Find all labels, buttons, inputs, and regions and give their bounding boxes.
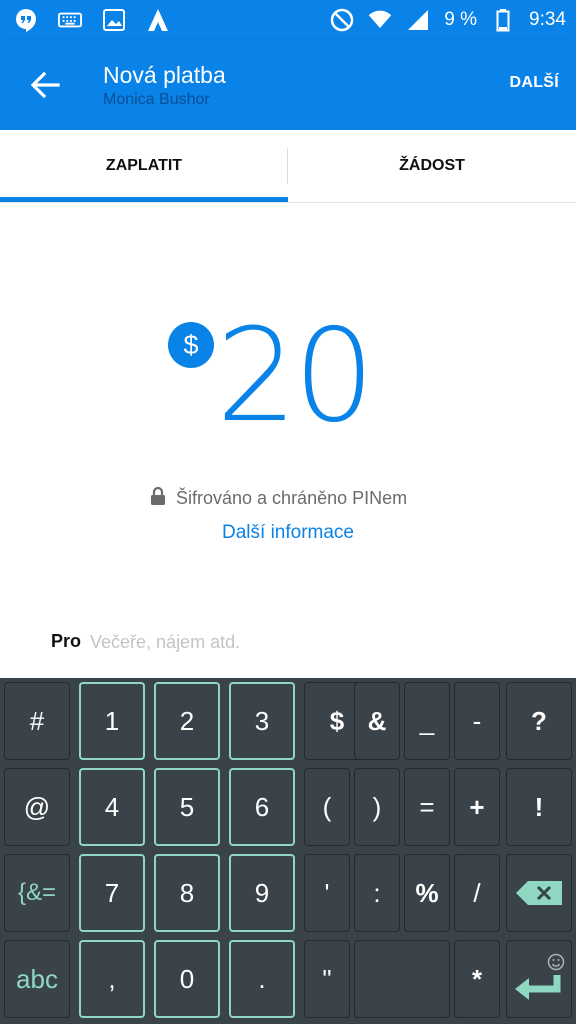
amount-display: 20 — [216, 302, 375, 451]
key-hash[interactable]: # — [4, 682, 70, 760]
key-9[interactable]: 9 — [229, 854, 295, 932]
wifi-icon — [368, 8, 392, 32]
more-info-link[interactable]: Další informace — [0, 522, 576, 544]
signal-icon — [406, 8, 430, 32]
key-period[interactable]: . — [229, 940, 295, 1018]
key-quote[interactable]: " — [304, 940, 350, 1018]
emoji-icon — [547, 947, 565, 978]
enter-key[interactable] — [506, 940, 572, 1018]
security-notice: Šifrováno a chráněno PINem — [150, 486, 407, 511]
battery-percent: 9 % — [444, 9, 478, 30]
key-abc-switch[interactable]: abc — [4, 940, 70, 1018]
key-close-paren[interactable]: ) — [354, 768, 400, 846]
key-apostrophe[interactable]: ' — [304, 854, 350, 932]
back-arrow-icon[interactable] — [28, 68, 62, 102]
key-8[interactable]: 8 — [154, 854, 220, 932]
note-input[interactable] — [88, 628, 492, 656]
key-equals[interactable]: = — [404, 768, 450, 846]
active-tab-indicator — [0, 197, 288, 202]
key-question[interactable]: ? — [506, 682, 572, 760]
app-logo-icon — [146, 8, 170, 32]
keyboard: # 1 2 3 $ & _ - ? @ 4 5 6 ( ) = + ! {&= … — [0, 678, 576, 1024]
key-colon[interactable]: : — [354, 854, 400, 932]
backspace-key[interactable] — [506, 854, 572, 932]
tab-request[interactable]: ŽÁDOST — [288, 130, 576, 202]
key-at[interactable]: @ — [4, 768, 70, 846]
key-1[interactable]: 1 — [79, 682, 145, 760]
keyboard-icon — [58, 8, 82, 32]
battery-icon — [491, 8, 515, 32]
tab-bar: ZAPLATIT ŽÁDOST — [0, 130, 576, 203]
key-5[interactable]: 5 — [154, 768, 220, 846]
key-comma[interactable]: , — [79, 940, 145, 1018]
note-label: Pro — [51, 631, 82, 651]
key-ampersand[interactable]: & — [354, 682, 400, 760]
key-symbols-switch[interactable]: {&= — [4, 854, 70, 932]
key-underscore[interactable]: _ — [404, 682, 450, 760]
key-6[interactable]: 6 — [229, 768, 295, 846]
next-button[interactable]: DALŠÍ — [510, 74, 560, 92]
key-exclamation[interactable]: ! — [506, 768, 572, 846]
key-open-paren[interactable]: ( — [304, 768, 350, 846]
key-minus[interactable]: - — [454, 682, 500, 760]
key-slash[interactable]: / — [454, 854, 500, 932]
security-text: Šifrováno a chráněno PINem — [176, 488, 408, 508]
key-0[interactable]: 0 — [154, 940, 220, 1018]
enter-icon — [515, 975, 561, 1000]
key-3[interactable]: 3 — [229, 682, 295, 760]
app-bar: Nová platba Monica Bushor DALŠÍ — [0, 40, 576, 130]
currency-badge[interactable]: $ — [168, 322, 214, 368]
key-asterisk[interactable]: * — [454, 940, 500, 1018]
status-bar: 9 % 9:34 — [0, 0, 576, 40]
key-2[interactable]: 2 — [154, 682, 220, 760]
recipient-name: Monica Bushor — [103, 91, 210, 108]
tab-pay[interactable]: ZAPLATIT — [0, 130, 288, 202]
key-plus[interactable]: + — [454, 768, 500, 846]
hangouts-icon — [14, 8, 38, 32]
key-7[interactable]: 7 — [79, 854, 145, 932]
image-icon — [102, 8, 126, 32]
clock: 9:34 — [529, 9, 566, 30]
key-4[interactable]: 4 — [79, 768, 145, 846]
key-percent[interactable]: % — [404, 854, 450, 932]
page-title: Nová platba — [103, 62, 226, 88]
lock-icon — [150, 486, 166, 511]
backspace-icon — [516, 881, 562, 905]
space-key[interactable] — [354, 940, 450, 1018]
do-not-disturb-icon — [330, 8, 354, 32]
